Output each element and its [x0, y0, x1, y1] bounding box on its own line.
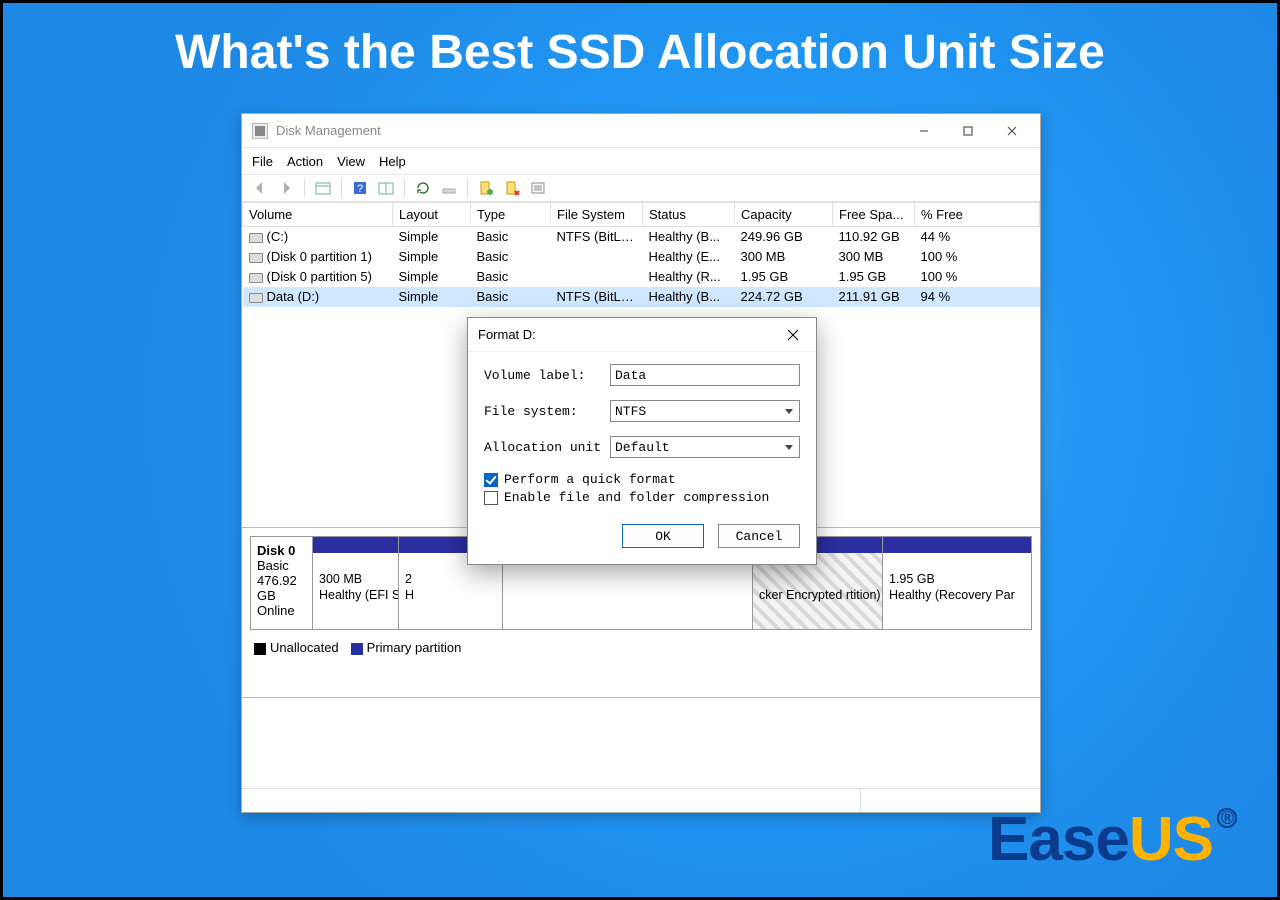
format-dialog: Format D: Volume label: Data File system…	[467, 317, 817, 565]
close-button[interactable]	[990, 116, 1034, 146]
grid-icon[interactable]	[376, 178, 396, 198]
file-system-label: File system:	[484, 404, 610, 419]
refresh-icon[interactable]	[413, 178, 433, 198]
menu-action[interactable]: Action	[287, 154, 323, 169]
drive-icon	[249, 273, 263, 283]
quick-format-label: Perform a quick format	[504, 472, 676, 487]
svg-text:?: ?	[357, 183, 363, 195]
dialog-close-button[interactable]	[780, 322, 806, 348]
disk-type: Basic	[257, 558, 306, 573]
partition-block[interactable]: 300 MBHealthy (EFI Sys	[313, 537, 399, 629]
col-capacity[interactable]: Capacity	[735, 203, 833, 227]
properties-icon[interactable]	[528, 178, 548, 198]
maximize-button[interactable]	[946, 116, 990, 146]
partition-block[interactable]: 1.95 GBHealthy (Recovery Par	[883, 537, 1031, 629]
empty-area	[242, 698, 1040, 788]
col-status[interactable]: Status	[643, 203, 735, 227]
compression-checkbox[interactable]: Enable file and folder compression	[484, 490, 800, 505]
help-icon[interactable]: ?	[350, 178, 370, 198]
cancel-button[interactable]: Cancel	[718, 524, 800, 548]
menu-view[interactable]: View	[337, 154, 365, 169]
table-row[interactable]: (C:)SimpleBasicNTFS (BitLo...Healthy (B.…	[243, 227, 1040, 247]
drive-icon	[249, 293, 263, 303]
minimize-button[interactable]	[902, 116, 946, 146]
compression-label: Enable file and folder compression	[504, 490, 769, 505]
legend-unallocated: Unallocated	[254, 640, 339, 655]
status-bar	[242, 788, 1040, 812]
col-layout[interactable]: Layout	[393, 203, 471, 227]
page-title: What's the Best SSD Allocation Unit Size	[3, 3, 1277, 88]
disk-name: Disk 0	[257, 543, 306, 558]
table-row[interactable]: Data (D:)SimpleBasicNTFS (BitLo...Health…	[243, 287, 1040, 307]
disk-info[interactable]: Disk 0 Basic 476.92 GB Online	[251, 537, 313, 629]
col-free[interactable]: Free Spa...	[833, 203, 915, 227]
window-titlebar: Disk Management	[242, 114, 1040, 148]
dialog-titlebar: Format D:	[468, 318, 816, 352]
forward-icon[interactable]	[276, 178, 296, 198]
disk-size: 476.92 GB	[257, 573, 306, 603]
checkbox-icon	[484, 491, 498, 505]
file-system-select[interactable]: NTFS	[610, 400, 800, 422]
table-row[interactable]: (Disk 0 partition 5)SimpleBasicHealthy (…	[243, 267, 1040, 287]
new-icon[interactable]	[476, 178, 496, 198]
col-pct[interactable]: % Free	[915, 203, 1040, 227]
table-row[interactable]: (Disk 0 partition 1)SimpleBasicHealthy (…	[243, 247, 1040, 267]
col-type[interactable]: Type	[471, 203, 551, 227]
quick-format-checkbox[interactable]: Perform a quick format	[484, 472, 800, 487]
volume-table: Volume Layout Type File System Status Ca…	[242, 202, 1040, 307]
menu-file[interactable]: File	[252, 154, 273, 169]
legend-bar: Unallocated Primary partition	[250, 630, 1032, 655]
drive-icon	[249, 233, 263, 243]
allocation-unit-select[interactable]: Default	[610, 436, 800, 458]
col-fs[interactable]: File System	[551, 203, 643, 227]
checkbox-icon	[484, 473, 498, 487]
window-title: Disk Management	[276, 123, 381, 138]
eject-icon[interactable]	[439, 178, 459, 198]
table-header-row: Volume Layout Type File System Status Ca…	[243, 203, 1040, 227]
col-volume[interactable]: Volume	[243, 203, 393, 227]
back-icon[interactable]	[250, 178, 270, 198]
volume-label-label: Volume label:	[484, 368, 610, 383]
volume-label-input[interactable]: Data	[610, 364, 800, 386]
disk-state: Online	[257, 603, 306, 618]
allocation-unit-label: Allocation unit	[484, 440, 610, 455]
delete-icon[interactable]	[502, 178, 522, 198]
legend-primary: Primary partition	[351, 640, 462, 655]
menu-bar: File Action View Help	[242, 148, 1040, 174]
toolbar: ?	[242, 174, 1040, 202]
dialog-title: Format D:	[478, 327, 536, 342]
drive-icon	[249, 253, 263, 263]
calendar-icon[interactable]	[313, 178, 333, 198]
app-icon	[252, 123, 268, 139]
easeus-logo: EaseUS®	[988, 804, 1237, 875]
menu-help[interactable]: Help	[379, 154, 406, 169]
ok-button[interactable]: OK	[622, 524, 704, 548]
